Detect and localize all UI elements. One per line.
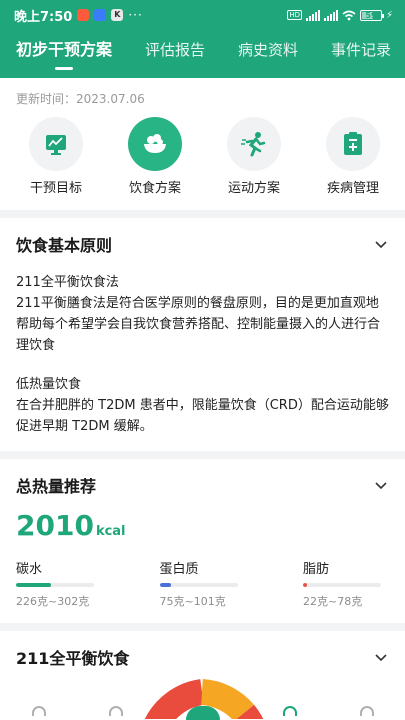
hd-icon: HD [287, 10, 302, 20]
quick-item-disease[interactable]: 疾病管理 [311, 117, 395, 196]
macro-progress [159, 583, 238, 587]
energy-card: 总热量推荐 2010 kcal 碳水 226克~302克 蛋白质 75克~101… [0, 459, 405, 623]
quick-item-label: 干预目标 [29, 181, 82, 196]
top-bar: 晚上7:50 K ··· HD 59 ⚡ 初步干预方案 评估报告 病史资料 事件… [0, 0, 405, 78]
card-title: 211全平衡饮食 [16, 649, 130, 668]
diet-principles-card: 饮食基本原则 211全平衡饮食法 211平衡膳食法是符合医学原则的餐盘原则，目的… [0, 218, 405, 451]
principle-title: 低热量饮食 [16, 377, 82, 392]
chevron-down-icon[interactable] [373, 477, 389, 493]
nav-home-icon[interactable] [31, 706, 46, 716]
energy-header[interactable]: 总热量推荐 [16, 473, 389, 497]
quick-item-label: 饮食方案 [128, 181, 181, 196]
quick-item-goals[interactable]: 干预目标 [14, 117, 98, 196]
macro-list: 碳水 226克~302克 蛋白质 75克~101克 脂肪 22克~78克 [16, 558, 389, 609]
macro-range: 75克~101克 [159, 595, 226, 608]
tab-medical-history[interactable]: 病史资料 [238, 30, 298, 78]
status-time: 晚上7:50 [14, 9, 73, 25]
macro-range: 22克~78克 [303, 595, 363, 608]
macro-progress [303, 583, 381, 587]
macro-name: 脂肪 [303, 562, 330, 577]
nav-center-icon[interactable] [185, 706, 220, 720]
principle-content: 211全平衡饮食法 211平衡膳食法是符合医学原则的餐盘原则，目的是更加直观地帮… [16, 272, 389, 437]
quick-item-label: 运动方案 [227, 181, 280, 196]
nav-plan-icon[interactable] [282, 706, 297, 716]
macro-progress [16, 583, 94, 587]
plate-header[interactable]: 211全平衡饮食 [16, 645, 389, 669]
diet-principles-header[interactable]: 饮食基本原则 [16, 232, 389, 256]
macro-progress-fill [16, 583, 52, 587]
update-time: 更新时间：2023.07.06 [16, 92, 145, 106]
tab-event-records[interactable]: 事件记录 [331, 30, 391, 78]
chevron-down-icon[interactable] [373, 236, 389, 252]
macro-protein: 蛋白质 75克~101克 [159, 558, 238, 609]
nav-profile-icon[interactable] [359, 706, 374, 716]
status-bar: 晚上7:50 K ··· HD 59 ⚡ [0, 0, 405, 30]
quick-menu: 干预目标 饮食方案 运动方案 疾病管理 [0, 107, 405, 196]
chevron-down-icon[interactable] [373, 649, 389, 665]
principle-text: 在合并肥胖的 T2DM 患者中，限能量饮食（CRD）配合运动能够促进早期 T2D… [16, 398, 389, 434]
battery-icon: 59 [359, 9, 384, 21]
bottom-navigation [0, 706, 405, 720]
macro-progress-fill [159, 583, 172, 587]
macro-fat: 脂肪 22克~78克 [303, 558, 381, 609]
energy-value: 2010 [16, 509, 94, 542]
macro-progress-fill [303, 583, 307, 587]
more-notifications-icon: ··· [128, 8, 143, 22]
card-title: 总热量推荐 [16, 477, 97, 496]
energy-value-row: 2010 kcal [16, 509, 389, 542]
wifi-icon [342, 10, 356, 20]
plan-header: 更新时间：2023.07.06 干预目标 饮食方案 运动方案 疾病管理 [0, 78, 405, 210]
tab-assessment-report[interactable]: 评估报告 [145, 30, 205, 78]
energy-unit: kcal [95, 524, 126, 539]
macro-name: 蛋白质 [159, 562, 199, 577]
app-notification-icon: K [111, 9, 124, 21]
app-notification-icon [94, 9, 107, 21]
quick-item-diet[interactable]: 饮食方案 [113, 117, 197, 196]
food-bowl-icon [128, 117, 182, 171]
nav-messages-icon[interactable] [108, 706, 123, 716]
running-icon [227, 117, 281, 171]
target-chart-icon [29, 117, 83, 171]
quick-item-exercise[interactable]: 运动方案 [212, 117, 296, 196]
macro-name: 碳水 [16, 562, 43, 577]
macro-range: 226克~302克 [16, 595, 90, 608]
card-title: 饮食基本原则 [16, 236, 113, 255]
charging-icon: ⚡ [385, 9, 393, 21]
app-notification-icon [77, 9, 90, 21]
clipboard-plus-icon [326, 117, 380, 171]
macro-carbs: 碳水 226克~302克 [16, 558, 94, 609]
tab-initial-plan[interactable]: 初步干预方案 [16, 30, 112, 78]
quick-item-label: 疾病管理 [326, 181, 379, 196]
tab-bar: 初步干预方案 评估报告 病史资料 事件记录 [0, 30, 405, 78]
principle-title: 211全平衡饮食法 [16, 275, 119, 290]
signal-icon [305, 9, 320, 21]
principle-text: 211平衡膳食法是符合医学原则的餐盘原则，目的是更加直观地帮助每个希望学会自我饮… [16, 296, 381, 353]
signal-icon [323, 9, 338, 21]
